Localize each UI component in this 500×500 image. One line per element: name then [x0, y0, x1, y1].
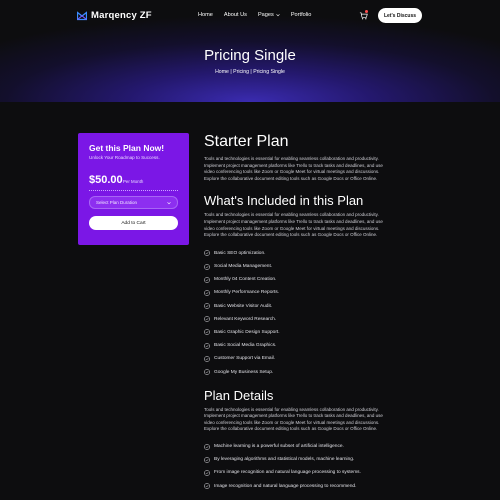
check-circle-icon	[204, 443, 210, 450]
nav-portfolio[interactable]: Portfolio	[291, 12, 312, 18]
nav-about[interactable]: About Us	[224, 12, 247, 18]
card-title: Get this Plan Now!	[89, 143, 165, 153]
plan-title: Starter Plan	[204, 133, 289, 150]
nav-home[interactable]: Home	[198, 12, 213, 18]
page-title: Pricing Single	[204, 47, 296, 64]
chevron-down-icon	[276, 14, 280, 17]
list-item: From image recognition and natural langu…	[204, 466, 430, 479]
lets-discuss-button[interactable]: Let's Discuss	[378, 8, 422, 23]
card-price: $50.00	[89, 174, 123, 186]
feature-label: Basic SEO optimization.	[214, 250, 266, 256]
check-circle-icon	[204, 290, 210, 296]
details-description-line: video conferencing tools like Zoom or Go…	[204, 419, 380, 425]
check-circle-icon	[204, 316, 210, 323]
card-subtitle: Unlock Your Roadmap to Success.	[89, 155, 160, 160]
list-item: Customer Support via Email.	[204, 352, 430, 365]
feature-label: Monthly Performance Reports.	[214, 290, 280, 296]
included-description-line: Tools and technologies is essential for …	[204, 212, 379, 218]
plan-content: Starter Plan Tools and technologies is e…	[204, 133, 430, 493]
check-circle-icon	[204, 303, 210, 309]
feature-label: Social Media Management.	[214, 264, 273, 270]
plan-description: Tools and technologies is essential for …	[204, 156, 430, 182]
chevron-down-icon	[167, 202, 171, 205]
included-description: Tools and technologies is essential for …	[204, 212, 430, 238]
plan-duration-select[interactable]: Select Plan Duration	[89, 196, 178, 209]
breadcrumb: Home | Pricing | Pricing Single	[215, 69, 285, 75]
feature-label: Relevant Keyword Research.	[214, 316, 277, 322]
check-circle-icon	[204, 456, 210, 463]
nav-pages-label: Pages	[257, 12, 274, 18]
card-divider	[89, 190, 178, 191]
included-description-line: Explore the collaborative document editi…	[204, 232, 378, 238]
list-item: Image recognition and natural language p…	[204, 480, 430, 493]
details-list: Machine learning is a powerful subset of…	[204, 440, 430, 493]
included-description-line: Implement project management platforms l…	[204, 218, 383, 224]
detail-label: By leveraging algorithms and statistical…	[214, 457, 355, 463]
card-price-period: Per Month	[123, 179, 144, 184]
check-circle-icon	[204, 263, 210, 270]
check-circle-icon	[204, 369, 210, 375]
list-item: Basic Graphic Design Support.	[204, 326, 430, 339]
check-circle-icon	[204, 355, 210, 362]
list-item: Basic Website Visitor Audit.	[204, 300, 430, 313]
check-circle-icon	[204, 470, 210, 476]
plan-card: Get this Plan Now! Unlock Your Roadmap t…	[78, 133, 189, 245]
details-title: Plan Details	[204, 387, 274, 403]
detail-label: Image recognition and natural language p…	[214, 483, 357, 489]
check-circle-icon	[204, 250, 210, 257]
features-list: Basic SEO optimization. Social Media Man…	[204, 247, 430, 379]
details-description-line: Implement project management platforms l…	[204, 413, 383, 419]
plan-duration-placeholder: Select Plan Duration	[96, 200, 138, 205]
details-description-line: Explore the collaborative document editi…	[204, 426, 378, 432]
included-title: What's Included in this Plan	[204, 193, 364, 209]
list-item: Basic Social Media Graphics.	[204, 339, 430, 352]
plan-description-line: Tools and technologies is essential for …	[204, 156, 379, 161]
list-item: Monthly 04 Content Creation.	[204, 273, 430, 286]
list-item: Social Media Management.	[204, 260, 430, 273]
feature-label: Basic Social Media Graphics.	[214, 343, 277, 349]
plan-description-line: Explore the collaborative document editi…	[204, 175, 378, 181]
logo[interactable]: Marqency ZF	[77, 10, 152, 21]
list-item: By leveraging algorithms and statistical…	[204, 453, 430, 466]
plan-description-line: video conferencing tools like Zoom or Go…	[204, 169, 380, 175]
list-item: Machine learning is a powerful subset of…	[204, 440, 430, 453]
list-item: Monthly Performance Reports.	[204, 286, 430, 299]
details-description: Tools and technologies is essential for …	[204, 407, 430, 433]
detail-label: Machine learning is a powerful subset of…	[214, 444, 344, 450]
nav-pages[interactable]: Pages	[258, 12, 280, 18]
check-circle-icon	[204, 329, 210, 336]
add-to-cart-button[interactable]: Add to Cart	[89, 216, 178, 230]
feature-label: Google My Business Setup.	[214, 369, 274, 375]
plan-description-line: Implement project management platforms l…	[204, 162, 383, 168]
main-nav: Home About Us Pages Portfolio	[198, 12, 311, 18]
included-description-line: video conferencing tools like Zoom or Go…	[204, 225, 380, 231]
list-item: Basic SEO optimization.	[204, 247, 430, 260]
list-item: Google My Business Setup.	[204, 365, 430, 378]
detail-label: From image recognition and natural langu…	[214, 470, 361, 476]
check-circle-icon	[204, 276, 210, 283]
list-item: Relevant Keyword Research.	[204, 313, 430, 326]
details-description-line: Tools and technologies is essential for …	[204, 406, 379, 412]
check-circle-icon	[204, 342, 210, 349]
feature-label: Basic Graphic Design Support.	[214, 329, 280, 335]
feature-label: Basic Website Visitor Audit.	[214, 303, 273, 309]
cart-badge	[365, 10, 368, 13]
feature-label: Customer Support via Email.	[214, 356, 276, 362]
logo-icon	[77, 10, 87, 20]
feature-label: Monthly 04 Content Creation.	[214, 277, 277, 283]
check-circle-icon	[204, 483, 210, 490]
logo-text: Marqency ZF	[91, 10, 152, 21]
